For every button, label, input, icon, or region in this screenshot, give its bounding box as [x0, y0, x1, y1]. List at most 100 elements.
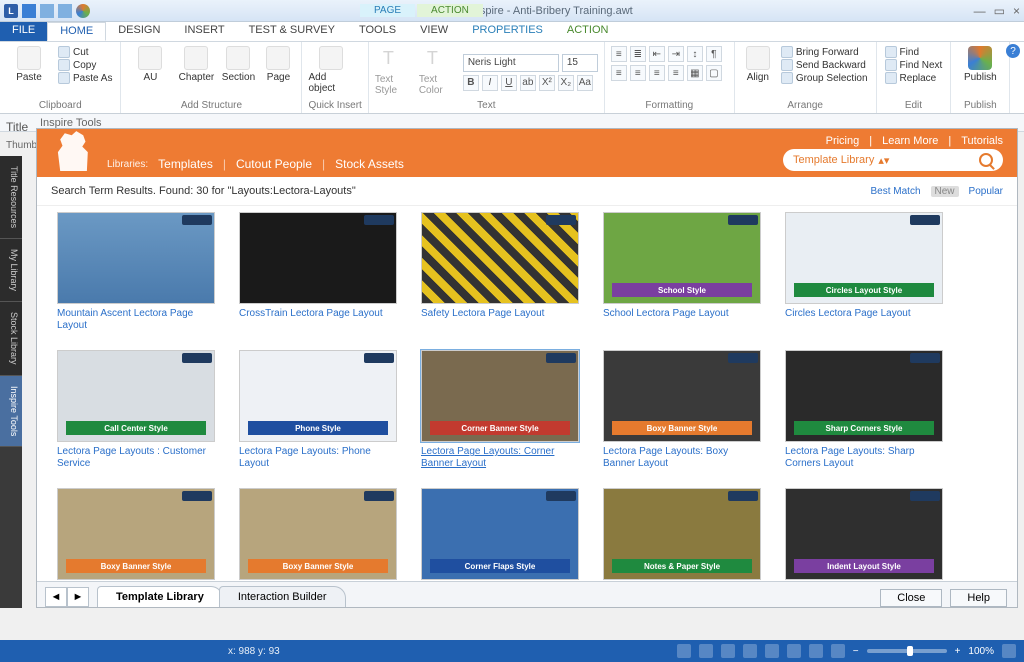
- border-button[interactable]: ▢: [706, 65, 722, 81]
- template-thumbnail[interactable]: Boxy Banner Style: [239, 488, 397, 580]
- bullets-button[interactable]: ≡: [611, 46, 627, 62]
- page-button[interactable]: Page: [261, 46, 295, 83]
- tab-file[interactable]: FILE: [0, 22, 47, 41]
- bold-button[interactable]: B: [463, 75, 479, 91]
- strike-button[interactable]: ab: [520, 75, 536, 91]
- copy-button[interactable]: Copy: [56, 59, 114, 71]
- justify-button[interactable]: ≡: [668, 65, 684, 81]
- template-thumbnail[interactable]: Sharp Corners Style: [785, 350, 943, 442]
- au-button[interactable]: AU: [127, 46, 173, 83]
- close-button[interactable]: Close: [880, 589, 942, 607]
- numbering-button[interactable]: ≣: [630, 46, 646, 62]
- template-thumbnail[interactable]: Phone Style: [239, 350, 397, 442]
- text-color-button[interactable]: TText Color: [419, 48, 459, 96]
- superscript-button[interactable]: X²: [539, 75, 555, 91]
- paste-button[interactable]: Paste: [6, 46, 52, 83]
- tab-tools[interactable]: TOOLS: [347, 22, 408, 41]
- template-title[interactable]: Lectora Page Layouts: Boxy Banner Layout: [603, 446, 761, 470]
- tray-icon[interactable]: [721, 644, 735, 658]
- line-spacing-button[interactable]: ↕: [687, 46, 703, 62]
- subscript-button[interactable]: X₂: [558, 75, 574, 91]
- template-card[interactable]: Indent Layout StyleLectora Page Layouts:…: [785, 488, 943, 581]
- zoom-out-button[interactable]: −: [853, 646, 859, 657]
- template-thumbnail[interactable]: Boxy Banner Style: [57, 488, 215, 580]
- add-object-button[interactable]: Add object: [308, 46, 354, 94]
- template-thumbnail[interactable]: Indent Layout Style: [785, 488, 943, 580]
- close-window-button[interactable]: ×: [1013, 4, 1020, 18]
- template-card[interactable]: CrossTrain Lectora Page Layout: [239, 212, 397, 332]
- template-thumbnail[interactable]: Corner Flaps Style: [421, 488, 579, 580]
- align-button[interactable]: Align: [741, 46, 775, 83]
- replace-button[interactable]: Replace: [883, 72, 945, 84]
- template-card[interactable]: School Style School Lectora Page Layout: [603, 212, 761, 332]
- font-combo[interactable]: Neris Light: [463, 54, 559, 72]
- zoom-slider[interactable]: [867, 649, 947, 653]
- save-icon[interactable]: [22, 4, 36, 18]
- tab-properties[interactable]: PROPERTIES: [460, 22, 555, 41]
- redo-icon[interactable]: [58, 4, 72, 18]
- zoom-in-button[interactable]: +: [955, 646, 961, 657]
- tab-design[interactable]: DESIGN: [106, 22, 172, 41]
- template-title[interactable]: CrossTrain Lectora Page Layout: [239, 308, 397, 320]
- tab-action[interactable]: ACTION: [555, 22, 621, 41]
- tab-insert[interactable]: INSERT: [172, 22, 236, 41]
- search-icon[interactable]: [979, 153, 993, 167]
- bring-forward-button[interactable]: Bring Forward: [779, 46, 870, 58]
- template-card[interactable]: Boxy Banner StyleLectora Page Layouts: B…: [239, 488, 397, 581]
- chapter-button[interactable]: Chapter: [177, 46, 215, 83]
- nav-back-button[interactable]: ◄: [45, 587, 67, 607]
- help-icon[interactable]: ?: [1006, 44, 1020, 58]
- options-icon[interactable]: [76, 4, 90, 18]
- nav-cutout-people[interactable]: Cutout People: [236, 157, 312, 171]
- template-title[interactable]: Lectora Page Layouts : Customer Service: [57, 446, 215, 470]
- link-tutorials[interactable]: Tutorials: [961, 135, 1003, 147]
- tray-icon[interactable]: [809, 644, 823, 658]
- template-thumbnail[interactable]: [421, 212, 579, 304]
- template-thumbnail[interactable]: Notes & Paper Style: [603, 488, 761, 580]
- italic-button[interactable]: I: [482, 75, 498, 91]
- tray-icon[interactable]: [743, 644, 757, 658]
- side-tab-my-library[interactable]: My Library: [0, 239, 22, 302]
- template-thumbnail[interactable]: School Style: [603, 212, 761, 304]
- library-search[interactable]: Template Library▴▾: [783, 149, 1003, 171]
- font-size-combo[interactable]: 15: [562, 54, 598, 72]
- template-card[interactable]: Safety Lectora Page Layout: [421, 212, 579, 332]
- side-tab-stock-library[interactable]: Stock Library: [0, 302, 22, 376]
- template-thumbnail[interactable]: Boxy Banner Style: [603, 350, 761, 442]
- publish-button[interactable]: Publish: [957, 46, 1003, 83]
- template-title[interactable]: Lectora Page Layouts: Phone Layout: [239, 446, 397, 470]
- nav-templates[interactable]: Templates: [158, 157, 213, 171]
- tray-icon[interactable]: [765, 644, 779, 658]
- align-right-button[interactable]: ≡: [649, 65, 665, 81]
- template-title[interactable]: School Lectora Page Layout: [603, 308, 761, 320]
- template-card[interactable]: Mountain Ascent Lectora Page Layout: [57, 212, 215, 332]
- indent-button[interactable]: ⇥: [668, 46, 684, 62]
- template-card[interactable]: Corner Flaps StyleLectora Page Layouts: …: [421, 488, 579, 581]
- outdent-button[interactable]: ⇤: [649, 46, 665, 62]
- tray-icon[interactable]: [831, 644, 845, 658]
- tray-icon[interactable]: [677, 644, 691, 658]
- send-backward-button[interactable]: Send Backward: [779, 59, 870, 71]
- help-button[interactable]: Help: [950, 589, 1007, 607]
- underline-button[interactable]: U: [501, 75, 517, 91]
- tab-home[interactable]: HOME: [47, 22, 106, 41]
- group-selection-button[interactable]: Group Selection: [779, 72, 870, 84]
- template-card[interactable]: Boxy Banner StyleLectora Page Layouts: B…: [57, 488, 215, 581]
- cut-button[interactable]: Cut: [56, 46, 114, 58]
- template-card[interactable]: Sharp Corners StyleLectora Page Layouts:…: [785, 350, 943, 470]
- text-style-button[interactable]: TText Style: [375, 48, 415, 96]
- template-thumbnail[interactable]: [57, 212, 215, 304]
- template-title[interactable]: Safety Lectora Page Layout: [421, 308, 579, 320]
- align-left-button[interactable]: ≡: [611, 65, 627, 81]
- template-thumbnail[interactable]: Corner Banner Style: [421, 350, 579, 442]
- fill-button[interactable]: ▦: [687, 65, 703, 81]
- sort-new[interactable]: New: [931, 186, 959, 197]
- undo-icon[interactable]: [40, 4, 54, 18]
- side-tab-inspire-tools[interactable]: Inspire Tools: [0, 376, 22, 447]
- template-card[interactable]: Call Center StyleLectora Page Layouts : …: [57, 350, 215, 470]
- find-button[interactable]: Find: [883, 46, 945, 58]
- tab-template-library[interactable]: Template Library: [97, 586, 223, 607]
- sort-popular[interactable]: Popular: [969, 186, 1003, 197]
- sort-best-match[interactable]: Best Match: [870, 186, 920, 197]
- maximize-button[interactable]: ▭: [994, 4, 1005, 18]
